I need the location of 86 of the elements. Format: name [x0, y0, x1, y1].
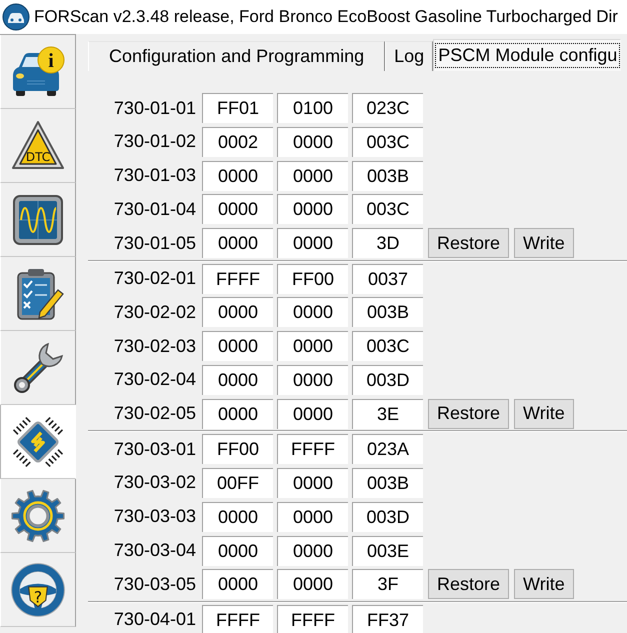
sidebar-button[interactable]: DTC — [0, 109, 76, 183]
action-button[interactable]: Restore — [428, 569, 510, 600]
address-label: 730-02-05 — [112, 403, 197, 424]
value-field[interactable]: 0037 — [352, 264, 423, 294]
value-field[interactable]: 3E — [352, 398, 423, 429]
icon-label: i — [48, 50, 54, 72]
app-logo-icon — [2, 3, 30, 31]
value-field[interactable]: 023C — [352, 93, 423, 123]
value-field[interactable]: 0000 — [202, 331, 273, 362]
icon-label: ? — [34, 588, 42, 606]
info-badge-icon — [38, 46, 64, 73]
sidebar-button[interactable]: i — [0, 35, 76, 109]
value-field[interactable]: 0000 — [202, 569, 273, 600]
value-field[interactable]: 0000 — [277, 569, 348, 600]
action-button[interactable]: Write — [514, 569, 574, 600]
value-field[interactable]: 0000 — [202, 194, 273, 224]
address-label: 730-01-05 — [112, 232, 197, 254]
value-field[interactable]: 0000 — [202, 228, 273, 258]
value-field[interactable]: 3D — [352, 228, 423, 258]
value-field[interactable]: 0000 — [202, 297, 273, 328]
address-label: 730-01-03 — [112, 165, 197, 186]
value-field[interactable]: 0000 — [202, 536, 273, 566]
value-field[interactable]: 0000 — [277, 126, 348, 157]
sidebar-button[interactable]: ? — [0, 553, 76, 627]
value-field[interactable]: 003D — [352, 364, 423, 395]
sidebar-button[interactable] — [0, 183, 76, 257]
address-label: 730-02-04 — [112, 369, 197, 390]
value-field[interactable]: 003B — [352, 160, 423, 191]
address-label: 730-02-01 — [112, 268, 197, 290]
address-label: 730-02-02 — [112, 302, 197, 323]
value-field[interactable]: FF00 — [202, 434, 273, 464]
address-label: 730-03-03 — [112, 506, 197, 528]
address-label: 730-01-04 — [112, 198, 197, 220]
tab[interactable]: Configuration and Programming — [88, 41, 386, 71]
address-label: 730-04-01 — [112, 609, 197, 630]
value-field[interactable]: FFFF — [202, 604, 273, 633]
address-label: 730-02-03 — [112, 336, 197, 357]
address-label: 730-01-01 — [112, 98, 197, 118]
value-field[interactable]: 023A — [352, 434, 423, 464]
tab[interactable]: PSCM Module configu — [433, 39, 622, 71]
value-field[interactable]: 0000 — [277, 398, 348, 429]
value-field[interactable]: 003C — [352, 194, 423, 224]
value-field[interactable]: 0000 — [277, 536, 348, 566]
value-field[interactable]: 0000 — [277, 297, 348, 328]
value-field[interactable]: 0000 — [202, 502, 273, 532]
value-field[interactable]: 003B — [352, 468, 423, 498]
value-field[interactable]: 0000 — [277, 468, 348, 498]
value-field[interactable]: 0000 — [277, 364, 348, 395]
value-field[interactable]: 3F — [352, 569, 423, 600]
sidebar-button[interactable] — [0, 331, 76, 405]
value-field[interactable]: 0000 — [202, 364, 273, 395]
sidebar-button[interactable] — [0, 257, 76, 331]
icon-label: DTC — [26, 150, 50, 164]
value-field[interactable]: FFFF — [277, 604, 348, 633]
value-field[interactable]: 003C — [352, 126, 423, 157]
value-field[interactable]: 0000 — [277, 502, 348, 532]
value-field[interactable]: 0002 — [202, 126, 273, 157]
steering-wheel-icon — [11, 562, 65, 616]
value-field[interactable]: 0000 — [202, 398, 273, 429]
action-button[interactable]: Restore — [428, 228, 510, 258]
value-field[interactable]: FF00 — [277, 264, 348, 294]
value-field[interactable]: 0000 — [202, 160, 273, 191]
value-field[interactable]: FF01 — [202, 93, 273, 123]
value-field[interactable]: 0000 — [277, 194, 348, 224]
address-label: 730-03-04 — [112, 540, 197, 562]
value-field[interactable]: 0000 — [277, 228, 348, 258]
value-field[interactable]: 003B — [352, 297, 423, 328]
value-field[interactable]: FFFF — [202, 264, 273, 294]
address-label: 730-03-01 — [112, 438, 197, 460]
value-field[interactable]: 0000 — [277, 331, 348, 362]
window-title: FORScan v2.3.48 release, Ford Bronco EcoBoost Gasoline Turbocharged Dir — [34, 7, 618, 27]
address-label: 730-03-02 — [112, 472, 197, 494]
value-field[interactable]: 003E — [352, 536, 423, 566]
address-label: 730-01-02 — [112, 131, 197, 152]
value-field[interactable]: 00FF — [202, 468, 273, 498]
action-button[interactable]: Restore — [428, 398, 510, 429]
value-field[interactable]: FFFF — [277, 434, 348, 464]
value-field[interactable]: 0000 — [277, 160, 348, 191]
address-label: 730-03-05 — [112, 574, 197, 595]
value-field[interactable]: 003C — [352, 331, 423, 362]
value-field[interactable]: 003D — [352, 502, 423, 532]
warning-triangle-icon — [12, 120, 64, 168]
action-button[interactable]: Write — [514, 228, 574, 258]
value-field[interactable]: FF37 — [352, 604, 423, 633]
value-field[interactable]: 0100 — [277, 93, 348, 123]
action-button[interactable]: Write — [514, 398, 574, 429]
